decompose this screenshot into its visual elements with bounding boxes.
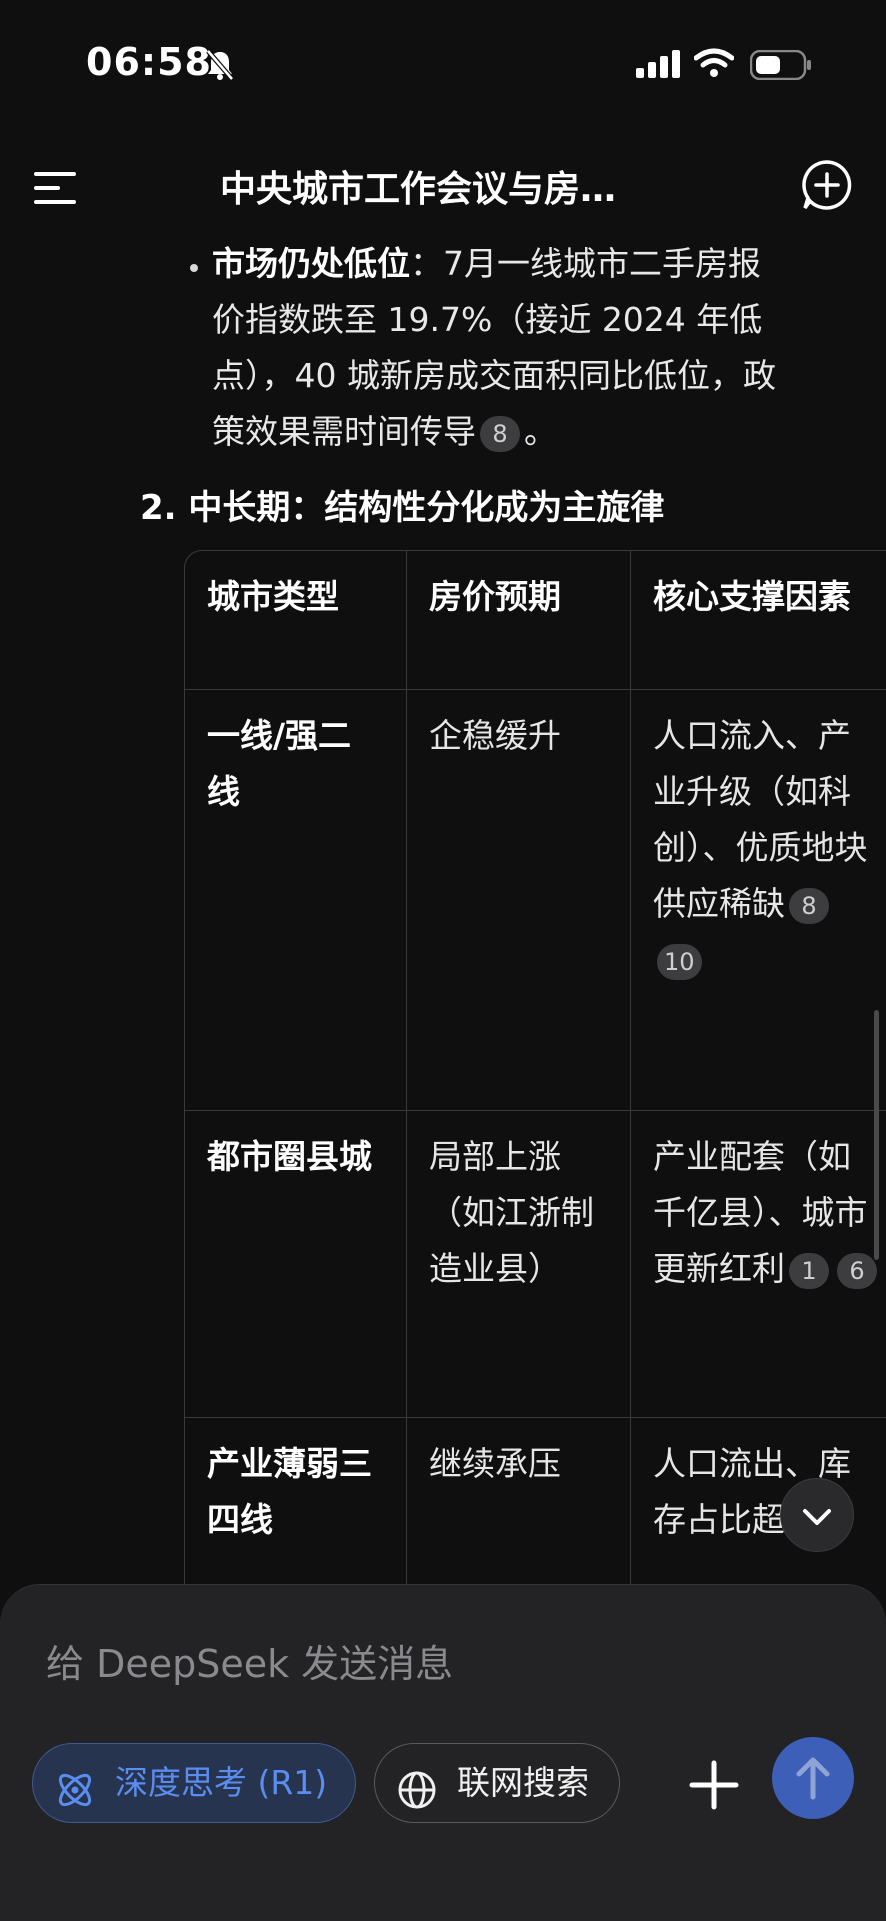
- battery-icon: [749, 49, 812, 84]
- message-input[interactable]: 给 DeepSeek 发送消息: [46, 1633, 453, 1688]
- table-row: 一线/强二线 企稳缓升 人口流入、产业升级（如科创）、优质地块供应稀缺 8 10: [185, 689, 886, 1110]
- plus-icon[interactable]: [686, 1757, 742, 1813]
- table-row: 都市圈县城 局部上涨（如江浙制造业县） 产业配套（如千亿县）、城市更新红利 1 6: [185, 1110, 886, 1417]
- bullet-tail: 。: [524, 412, 557, 451]
- table-cell: 企稳缓升: [407, 690, 631, 1110]
- bullet-dot: [190, 264, 198, 272]
- table-cell: 产业配套（如千亿县）、城市更新红利 1 6: [631, 1111, 886, 1417]
- comparison-table: 城市类型 房价预期 核心支撑因素 一线/强二线 企稳缓升 人口流入、产业升级（如…: [184, 550, 886, 1592]
- cell-text: 产业配套（如千亿县）、城市更新红利: [653, 1137, 868, 1288]
- table-header: 房价预期: [407, 551, 631, 689]
- table-cell: 局部上涨（如江浙制造业县）: [407, 1111, 631, 1417]
- deep-think-toggle[interactable]: 深度思考 (R1): [32, 1743, 356, 1823]
- section-heading: 2. 中长期：结构性分化成为主旋律: [140, 488, 665, 528]
- chat-content: 市场仍处低位：7月一线城市二手房报 价指数跌至 19.7%（接近 2024 年低…: [0, 232, 886, 1592]
- scroll-down-button[interactable]: [780, 1478, 854, 1552]
- arrow-up-icon: [796, 1757, 830, 1800]
- chevron-down-icon: [803, 1509, 831, 1525]
- cell-text: 人口流入、产业升级（如科创）、优质地块供应稀缺: [653, 716, 868, 923]
- table-cell: 产业薄弱三四线: [185, 1418, 407, 1592]
- citation-badge[interactable]: 6: [837, 1252, 877, 1289]
- table-cell: 继续承压: [407, 1418, 631, 1592]
- citation-badge[interactable]: 8: [480, 415, 520, 452]
- table-header: 城市类型: [185, 551, 407, 689]
- status-time: 06:58: [86, 40, 212, 84]
- status-bar: 06:58: [0, 0, 886, 130]
- bullet-line-3: 点），40 城新房成交面积同比低位，政: [212, 356, 776, 395]
- citation-badge[interactable]: 1: [789, 1252, 829, 1289]
- web-search-label: 联网搜索: [457, 1763, 589, 1802]
- table-cell: 都市圈县城: [185, 1111, 407, 1417]
- bell-off-icon: [205, 48, 235, 86]
- menu-icon[interactable]: [32, 170, 82, 206]
- wifi-icon: [693, 48, 735, 82]
- scrollbar[interactable]: [874, 1010, 879, 1260]
- bullet-bold: 市场仍处低位: [212, 244, 410, 283]
- new-chat-icon[interactable]: [800, 158, 854, 212]
- globe-icon: [395, 1762, 439, 1840]
- atom-icon: [53, 1762, 97, 1840]
- table-header-row: 城市类型 房价预期 核心支撑因素: [185, 551, 886, 689]
- table-header: 核心支撑因素: [653, 577, 851, 616]
- signal-icon: [636, 50, 682, 82]
- bullet-line-4: 策效果需时间传导 8。: [212, 404, 557, 460]
- conversation-title[interactable]: 中央城市工作会议与房…: [220, 160, 680, 212]
- citation-badge[interactable]: 8: [789, 887, 829, 924]
- bullet-text: ：7月一线城市二手房报: [410, 244, 761, 283]
- table-cell: 人口流入、产业升级（如科创）、优质地块供应稀缺 8 10: [631, 690, 886, 1110]
- message-composer: 给 DeepSeek 发送消息 深度思考 (R1) 联网搜索: [0, 1584, 886, 1921]
- send-button[interactable]: [772, 1737, 854, 1819]
- citation-badge[interactable]: 10: [657, 943, 702, 980]
- deep-think-label: 深度思考 (R1): [115, 1763, 328, 1802]
- bullet-text: 策效果需时间传导: [212, 412, 476, 451]
- bullet-line-2: 价指数跌至 19.7%（接近 2024 年低: [212, 300, 763, 339]
- bullet-line-1: 市场仍处低位：7月一线城市二手房报: [212, 236, 761, 292]
- web-search-toggle[interactable]: 联网搜索: [374, 1743, 620, 1823]
- table-cell: 一线/强二线: [185, 690, 407, 1110]
